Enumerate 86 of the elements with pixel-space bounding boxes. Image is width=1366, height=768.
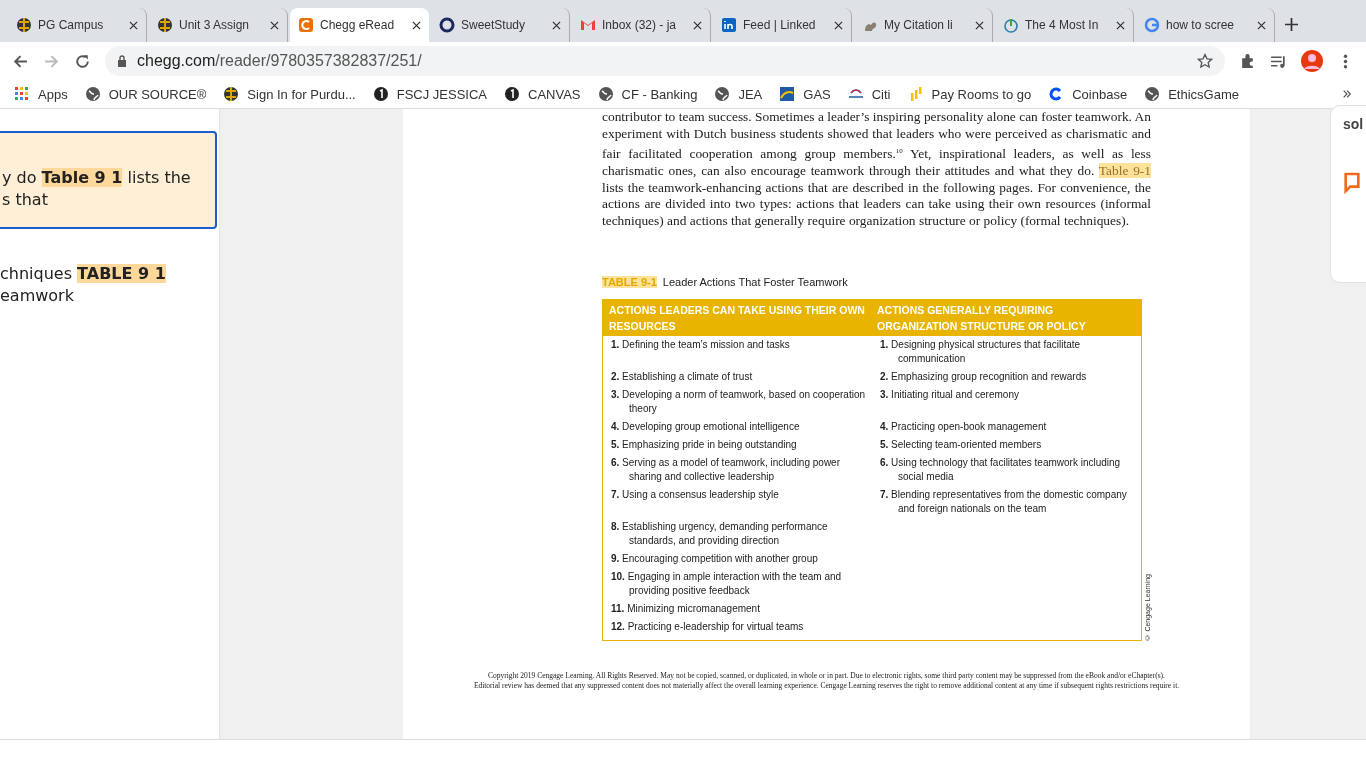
card-text: sol bbox=[1343, 116, 1365, 132]
close-icon[interactable] bbox=[129, 20, 138, 30]
bookmark-item[interactable]: Pay Rooms to go bbox=[907, 86, 1032, 102]
globe-icon bbox=[16, 17, 32, 33]
address-bar[interactable]: chegg.com/reader/9780357382837/251/ bbox=[105, 46, 1225, 76]
table-cell-text: 12. Practicing e-leadership for virtual teams bbox=[610, 620, 805, 635]
table-label: TABLE 9-1 bbox=[602, 276, 657, 289]
globe-icon bbox=[157, 17, 173, 33]
bookmark-item[interactable]: GAS bbox=[779, 86, 831, 102]
speech-bubble-icon[interactable] bbox=[1343, 172, 1361, 194]
close-icon[interactable] bbox=[834, 20, 843, 30]
table-cell-text: 7. Using a consensus leadership style bbox=[610, 488, 780, 503]
bookmark-item[interactable]: JEA bbox=[714, 86, 763, 102]
table-title: Leader Actions That Foster Teamwork bbox=[662, 276, 848, 289]
table-cell-text: 11. Minimizing micromanagement bbox=[610, 602, 761, 617]
bookmark-item[interactable]: FSCJ JESSICA bbox=[372, 86, 488, 102]
chegg-logo-icon bbox=[298, 17, 314, 33]
globe-icon bbox=[714, 86, 731, 102]
gas-logo-icon bbox=[779, 86, 796, 102]
mail-icon bbox=[580, 17, 596, 33]
highlight-card[interactable]: y do Table 9 1 lists the s that bbox=[0, 131, 217, 229]
puzzle-icon[interactable] bbox=[1239, 52, 1256, 70]
number-badge-icon bbox=[504, 86, 521, 102]
close-icon[interactable] bbox=[975, 20, 984, 30]
table-cell-text: 1. Designing physical structures that facilitate communication bbox=[879, 338, 1082, 367]
table-cell-text: 5. Selecting team-oriented members bbox=[879, 438, 1043, 453]
bookmark-item[interactable]: OUR SOURCE® bbox=[84, 86, 207, 102]
close-icon[interactable] bbox=[270, 20, 279, 30]
close-icon[interactable] bbox=[693, 20, 702, 30]
globe-icon bbox=[84, 86, 101, 102]
bookmark-item[interactable]: CANVAS bbox=[504, 86, 581, 102]
bookmark-item[interactable]: Citi bbox=[847, 86, 891, 102]
browser-tab[interactable]: My Citation li bbox=[854, 8, 993, 42]
close-icon[interactable] bbox=[552, 20, 561, 30]
globe-icon bbox=[1144, 86, 1161, 102]
browser-tab[interactable]: SweetStudy bbox=[431, 8, 570, 42]
more-bookmarks-icon[interactable] bbox=[1342, 89, 1352, 99]
table-cell-text: 3. Initiating ritual and ceremony bbox=[879, 388, 1020, 403]
browser-tab[interactable]: how to scree bbox=[1136, 8, 1275, 42]
table-cell-text: 8. Establishing urgency, demanding performance standards, and providing direction bbox=[610, 520, 829, 549]
bookmark-item[interactable]: Apps bbox=[14, 86, 68, 102]
search-result-text: y do Table 9 1 lists the bbox=[2, 167, 192, 189]
table-cell-text: 7. Blending representatives from the domestic company and foreign nationals on the team bbox=[879, 488, 1128, 517]
bookmark-star-icon[interactable] bbox=[1197, 53, 1213, 69]
browser-tab[interactable]: Chegg eRead bbox=[290, 8, 429, 42]
close-icon[interactable] bbox=[1257, 20, 1266, 30]
browser-tab[interactable]: PG Campus bbox=[8, 8, 147, 42]
bookmark-item[interactable]: Coinbase bbox=[1048, 86, 1128, 102]
new-tab-icon[interactable] bbox=[1285, 18, 1298, 31]
search-result-text: s that bbox=[2, 189, 49, 211]
linkedin-icon bbox=[721, 17, 737, 33]
table-cell-text: 5. Emphasizing pride in being outstanding bbox=[610, 438, 798, 453]
bookmark-item[interactable]: CF - Banking bbox=[597, 86, 698, 102]
reload-icon[interactable] bbox=[74, 52, 91, 70]
bookmark-item[interactable]: Sign In for Purdu... bbox=[223, 86, 356, 102]
close-icon[interactable] bbox=[1116, 20, 1125, 30]
column-header: ACTIONS GENERALLY REQUIRING ORGANIZATION STRUCTURE OR POLICY bbox=[877, 303, 1087, 335]
table-cell-text: 4. Developing group emotional intelligence bbox=[610, 420, 801, 435]
browser-tab[interactable]: Inbox (32) - ja bbox=[572, 8, 711, 42]
table-cell-text: 1. Defining the team’s mission and tasks bbox=[610, 338, 791, 353]
ring-icon bbox=[439, 17, 455, 33]
number-badge-icon bbox=[372, 86, 389, 102]
globe-icon bbox=[597, 86, 614, 102]
lock-icon bbox=[117, 55, 127, 67]
bookmark-item[interactable]: EthicsGame bbox=[1144, 86, 1239, 102]
avatar-icon[interactable] bbox=[1301, 50, 1323, 72]
globe-icon bbox=[223, 86, 240, 102]
table-cell-text: 2. Establishing a climate of trust bbox=[610, 370, 754, 385]
table-cell-text: 4. Practicing open-book management bbox=[879, 420, 1048, 435]
table-cell-text: 6. Using technology that facilitates teamwork including social media bbox=[879, 456, 1122, 485]
search-result-text: chniques TABLE 9 1 bbox=[0, 263, 167, 285]
table-cell-text: 2. Emphasizing group recognition and rewards bbox=[879, 370, 1088, 385]
browser-tab[interactable]: Feed | Linked bbox=[713, 8, 852, 42]
browser-tab[interactable]: Unit 3 Assign bbox=[149, 8, 288, 42]
close-icon[interactable] bbox=[412, 20, 421, 30]
google-icon bbox=[1144, 17, 1160, 33]
browser-tab[interactable]: The 4 Most In bbox=[995, 8, 1134, 42]
body-paragraph: contributor to team success. Sometimes a leader’s inspiring personality alone can foster teamwork. An experiment with Dutch business students showed that leaders who were perceived as charismatic and fair facilitated cooperation among group members.$^{10}$ Yet, inspirational leaders, as well as less charismatic ones, can also encourage teamwork through their attitudes and what they do. Table 9-1 lists the teamwork-enhancing actions that are described in the following pages. For convenience, the actions are divided into two types: actions that leaders can take using their own resources (informal techniques) and actions that generally require organization structure or policy (formal techniques). bbox=[602, 109, 1151, 231]
search-result-text: eamwork bbox=[0, 285, 75, 307]
table-cell-text: 3. Developing a norm of teamwork, based on cooperation theory bbox=[610, 388, 866, 417]
apps-grid-icon bbox=[14, 86, 30, 102]
table-link[interactable]: Table 9-1 bbox=[1098, 162, 1151, 178]
column-header: ACTIONS LEADERS CAN TAKE USING THEIR OWN RESOURCES bbox=[609, 303, 866, 335]
table-cell-text: 10. Engaging in ample interaction with the team and providing positive feedback bbox=[610, 570, 843, 599]
table-cell-text: 9. Encouraging competition with another group bbox=[610, 552, 819, 567]
table-cell-text: 6. Serving as a model of teamwork, including power sharing and collective leadership bbox=[610, 456, 841, 485]
